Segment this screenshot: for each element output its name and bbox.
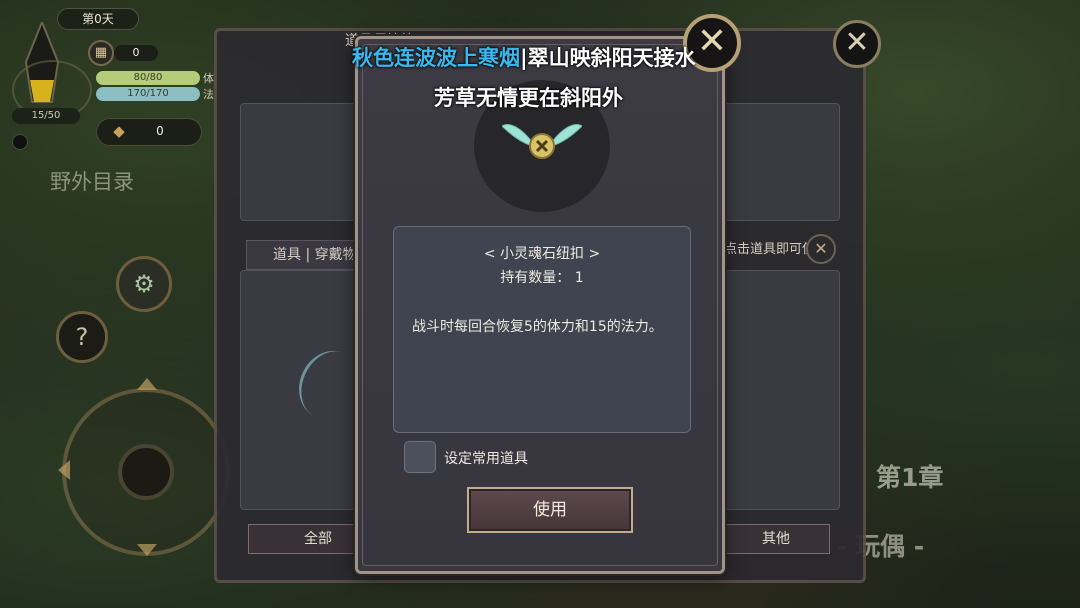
soul-stone-button-icon bbox=[502, 124, 582, 159]
lyric-line-1-rest: 翠山映斜阳天接水 bbox=[527, 46, 696, 70]
mp-bar: 170/170 bbox=[96, 87, 200, 101]
day-counter: 第0天 bbox=[57, 8, 139, 30]
tab-other-button[interactable]: 其他 bbox=[722, 524, 830, 554]
swords-icon[interactable]: ✕ bbox=[806, 234, 836, 264]
mp-text: 170/170 bbox=[127, 88, 169, 99]
lyric-line-1-highlight: 秋色连波波上寒烟 bbox=[352, 46, 520, 70]
favorite-item-label: 设定常用道具 bbox=[444, 451, 528, 467]
item-quantity: 持有数量： 1 bbox=[500, 270, 584, 286]
help-button[interactable]: ? bbox=[56, 311, 108, 363]
joystick-down-arrow-icon bbox=[137, 544, 157, 556]
joystick-up-arrow-icon bbox=[137, 378, 157, 390]
use-button[interactable]: 使用 bbox=[467, 487, 633, 533]
settings-gear-icon[interactable]: ⚙ bbox=[116, 256, 172, 312]
item-name: < 小灵魂石纽扣 > bbox=[483, 246, 601, 262]
storage-tab[interactable]: 道具 | 穿戴物品 bbox=[246, 240, 358, 291]
level-counter: 15/50 bbox=[12, 108, 80, 124]
hp-text: 80/80 bbox=[133, 72, 163, 83]
item-description: 战斗时每回合恢复5的体力和15的法力。 bbox=[412, 319, 663, 335]
hp-label: 体 bbox=[203, 72, 214, 85]
joystick-knob[interactable] bbox=[118, 444, 174, 500]
gold-value: 0 bbox=[156, 124, 164, 138]
lyric-line-1: 秋色连波波上寒烟|翠山映斜阳天接水 bbox=[352, 42, 696, 72]
mp-label: 法 bbox=[203, 88, 214, 101]
status-dot bbox=[12, 134, 28, 150]
chapter-title: 第1章 bbox=[876, 463, 944, 492]
storage-close-icon[interactable]: ✕ bbox=[833, 20, 881, 68]
lyric-line-2: 芳草无情更在斜阳外 bbox=[434, 86, 623, 110]
joystick-left-arrow-icon bbox=[58, 460, 70, 480]
calendar-icon[interactable]: ▦ bbox=[88, 40, 114, 66]
favorite-item-checkbox[interactable] bbox=[404, 441, 436, 473]
field-directory-button[interactable]: 野外目录 bbox=[50, 166, 134, 196]
hp-bar: 80/80 bbox=[96, 71, 200, 85]
lyric-cursor: | bbox=[520, 46, 528, 70]
gold-ore-icon: ◆ bbox=[113, 122, 125, 140]
calendar-count: 0 bbox=[114, 45, 158, 61]
